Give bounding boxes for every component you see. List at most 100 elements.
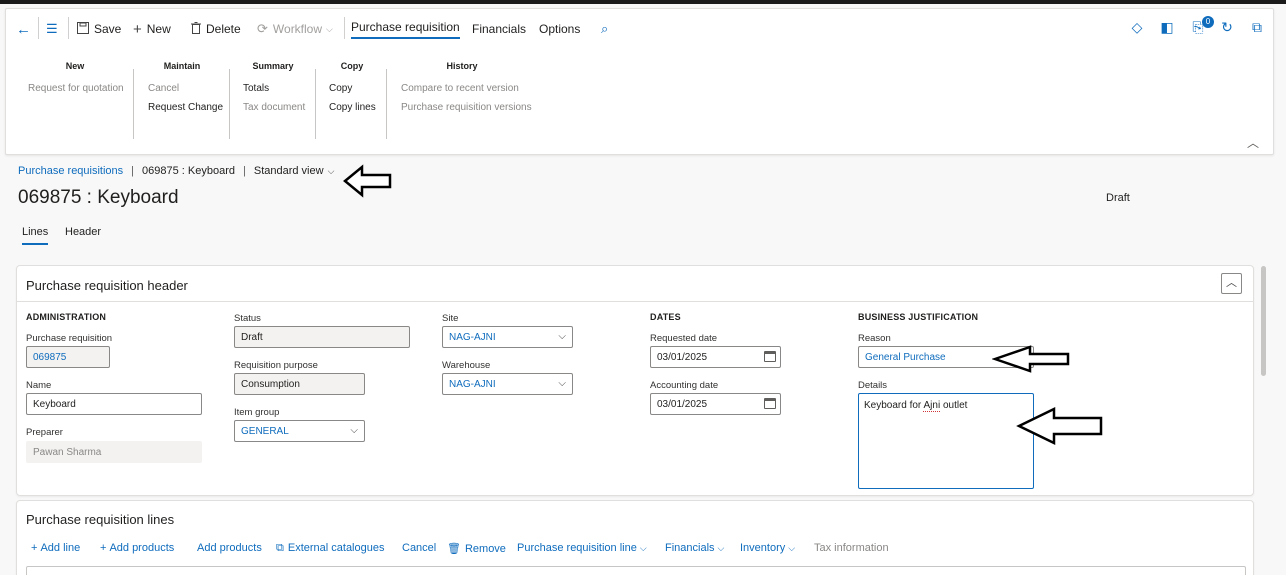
- annotation-arrow-icon: [992, 345, 1070, 373]
- tab-header[interactable]: Header: [65, 226, 101, 238]
- diamond-icon[interactable]: ◇: [1129, 19, 1145, 37]
- label: Purchase requisition line: [517, 542, 637, 554]
- request-for-quotation-button[interactable]: Request for quotation: [28, 83, 124, 94]
- tab-financials[interactable]: Financials: [472, 19, 526, 39]
- purchase-requisition-field[interactable]: 069875: [26, 346, 110, 368]
- inventory-menu[interactable]: Inventory ⌵: [740, 542, 795, 554]
- breadcrumb-current: 069875 : Keyboard: [142, 165, 235, 177]
- purchase-requisition-value: 069875: [33, 351, 67, 363]
- label: Inventory: [740, 542, 786, 554]
- tab-label: Financials: [472, 22, 527, 36]
- reason-value: General Purchase: [865, 351, 946, 363]
- refresh-icon[interactable]: ↻: [1219, 19, 1235, 37]
- field-label: Site: [442, 313, 459, 324]
- field-label: Accounting date: [650, 380, 719, 391]
- breadcrumb-separator: |: [131, 165, 135, 177]
- tax-information-button[interactable]: Tax information: [814, 542, 889, 554]
- field-label: Preparer: [26, 427, 63, 438]
- section-title-administration: ADMINISTRATION: [26, 312, 107, 322]
- field-label: Name: [26, 380, 52, 391]
- compare-to-recent-version-button[interactable]: Compare to recent version: [401, 83, 519, 94]
- calendar-icon[interactable]: [764, 351, 776, 362]
- requisition-purpose-field: Consumption: [234, 373, 365, 395]
- chevron-down-icon: ⌵: [788, 543, 796, 553]
- financials-menu[interactable]: Financials ⌵: [665, 542, 724, 554]
- tax-document-button[interactable]: Tax document: [243, 102, 305, 113]
- group-separator: [229, 69, 230, 139]
- purchase-requisition-line-menu[interactable]: Purchase requisition line ⌵: [517, 542, 647, 554]
- open-new-window-icon[interactable]: ⧉: [1249, 19, 1265, 37]
- page-scrollbar[interactable]: [1261, 266, 1266, 376]
- annotation-arrow-icon: [343, 164, 392, 198]
- totals-button[interactable]: Totals: [243, 83, 269, 94]
- plus-icon: +: [31, 542, 38, 554]
- page-title: 069875 : Keyboard: [18, 187, 179, 208]
- status-field: Draft: [234, 326, 410, 348]
- requested-date-field[interactable]: 03/01/2025: [650, 346, 781, 368]
- copy-button[interactable]: Copy: [329, 83, 352, 94]
- copy-lines-button[interactable]: Copy lines: [329, 102, 376, 113]
- view-selector[interactable]: Standard view: [254, 165, 324, 177]
- group-separator: [386, 69, 387, 139]
- chevron-down-icon: ⌵: [558, 331, 566, 342]
- group-separator: [133, 69, 134, 139]
- add-products-button[interactable]: + Add products: [100, 542, 174, 554]
- add-line-button[interactable]: + Add line: [31, 542, 80, 554]
- tab-lines[interactable]: Lines: [22, 226, 49, 245]
- save-label: Save: [94, 22, 122, 36]
- chevron-down-icon: ⌵: [639, 543, 647, 553]
- tab-options[interactable]: Options: [539, 19, 580, 39]
- field-label: Purchase requisition: [26, 333, 113, 344]
- card-title: Purchase requisition lines: [26, 512, 175, 527]
- menu-button[interactable]: ☰: [46, 19, 63, 39]
- calendar-icon[interactable]: [764, 398, 776, 409]
- remove-button[interactable]: 🗑 Remove: [447, 542, 506, 555]
- warehouse-value: NAG-AJNI: [449, 378, 496, 390]
- new-button[interactable]: + New: [133, 19, 171, 39]
- collapse-section-button[interactable]: ︿: [1221, 273, 1242, 294]
- section-title-business-justification: BUSINESS JUSTIFICATION: [858, 312, 979, 322]
- add-products-link[interactable]: Add products: [197, 542, 262, 554]
- breadcrumb-link[interactable]: Purchase requisitions: [18, 165, 123, 177]
- name-field[interactable]: Keyboard: [26, 393, 202, 415]
- accounting-date-field[interactable]: 03/01/2025: [650, 393, 781, 415]
- delete-label: Delete: [206, 22, 241, 36]
- chevron-down-icon: ⌵: [326, 23, 333, 34]
- new-label: New: [146, 22, 171, 36]
- site-dropdown[interactable]: NAG-AJNI ⌵: [442, 326, 573, 348]
- external-catalogues-button[interactable]: ⧉ External catalogues: [276, 542, 384, 555]
- back-button[interactable]: ←: [16, 19, 36, 39]
- delete-button[interactable]: Delete: [191, 19, 241, 39]
- name-value: Keyboard: [33, 398, 76, 410]
- cancel-button[interactable]: Cancel: [148, 83, 179, 94]
- workflow-button[interactable]: ⟳ Workflow ⌵: [257, 19, 333, 39]
- trash-icon: [191, 21, 201, 37]
- breadcrumb-separator: |: [243, 165, 246, 177]
- tab-purchase-requisition[interactable]: Purchase requisition: [351, 19, 460, 39]
- group-title: History: [446, 61, 478, 71]
- label: Add products: [109, 542, 175, 554]
- field-label: Reason: [858, 333, 891, 344]
- trash-icon: 🗑: [447, 543, 461, 555]
- collapse-ribbon-chevron-icon[interactable]: ︿: [1247, 134, 1259, 151]
- card-title: Purchase requisition header: [26, 278, 188, 293]
- request-change-button[interactable]: Request Change: [148, 102, 223, 113]
- field-label: Requested date: [650, 333, 718, 344]
- warehouse-dropdown[interactable]: NAG-AJNI ⌵: [442, 373, 573, 395]
- search-icon: ⌕: [601, 21, 609, 36]
- office-icon[interactable]: ◧: [1159, 19, 1175, 37]
- plus-icon: +: [133, 20, 142, 38]
- workflow-label: Workflow: [272, 22, 323, 36]
- field-label: Item group: [234, 407, 280, 418]
- field-label: Requisition purpose: [234, 360, 318, 371]
- cancel-line-button[interactable]: Cancel: [402, 542, 436, 554]
- search-button[interactable]: ⌕: [601, 19, 613, 39]
- chevron-down-icon[interactable]: ⌵: [328, 166, 335, 177]
- tab-label: Options: [539, 22, 581, 36]
- save-button[interactable]: Save: [77, 19, 121, 39]
- item-group-dropdown[interactable]: GENERAL ⌵: [234, 420, 365, 442]
- details-misspelled-word: Ajni: [923, 400, 941, 412]
- label: Remove: [464, 543, 506, 555]
- purchase-requisition-versions-button[interactable]: Purchase requisition versions: [401, 102, 532, 113]
- details-textarea[interactable]: Keyboard for Ajni outlet: [858, 393, 1034, 489]
